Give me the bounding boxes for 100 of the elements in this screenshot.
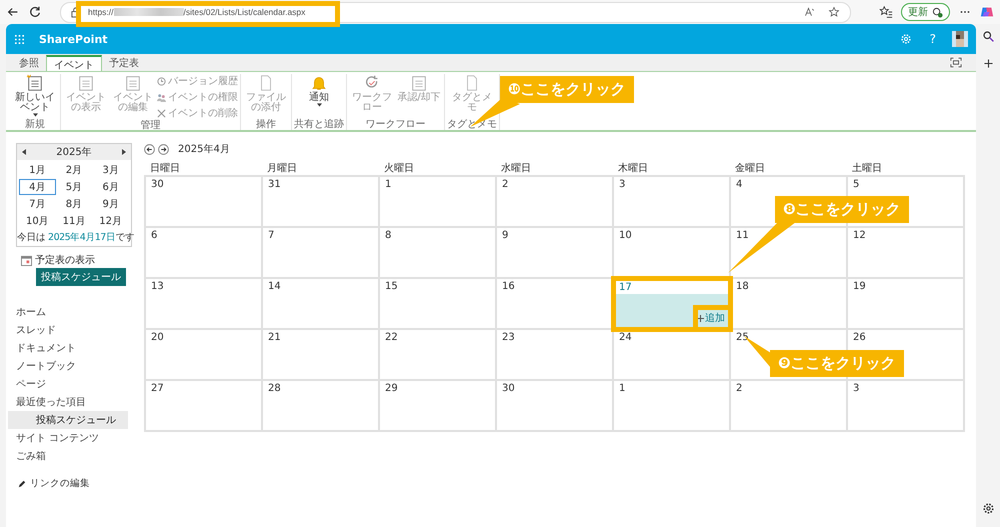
day-cell[interactable]: 24 xyxy=(614,330,731,381)
document-icon xyxy=(410,74,428,92)
day-cell[interactable]: 1 xyxy=(380,177,497,228)
nav-link[interactable]: ごみ箱 xyxy=(8,447,128,465)
callout-tooltip: ❽ここをクリック xyxy=(775,196,909,223)
pencil-icon xyxy=(18,480,26,488)
month-link[interactable]: 2月 xyxy=(56,162,92,178)
copilot-icon[interactable] xyxy=(980,5,994,19)
read-aloud-icon[interactable] xyxy=(804,6,816,18)
month-link[interactable]: 6月 xyxy=(92,179,129,195)
day-cell[interactable]: 16 xyxy=(497,279,614,330)
previous-year-icon[interactable] xyxy=(22,149,26,155)
today-link[interactable]: 2025年4月17日 xyxy=(48,232,116,243)
favorites-icon[interactable] xyxy=(879,5,893,19)
search-icon[interactable] xyxy=(982,30,994,43)
nav-link[interactable]: ホーム xyxy=(8,303,128,321)
weekday-header: 火曜日 xyxy=(383,162,415,175)
month-link[interactable]: 4月 xyxy=(19,179,56,195)
previous-month-icon[interactable] xyxy=(144,144,155,154)
day-cell[interactable]: 13 xyxy=(146,279,263,330)
day-cell[interactable]: 27 xyxy=(146,381,263,432)
next-year-icon[interactable] xyxy=(122,149,126,155)
nav-link[interactable]: 投稿スケジュール xyxy=(8,411,128,429)
edit-links-link[interactable]: リンクの編集 xyxy=(30,477,90,490)
day-cell[interactable]: 10 xyxy=(614,228,731,279)
ribbon-button[interactable]: 新しいイベント xyxy=(12,74,58,119)
month-title: 2025年4月 xyxy=(178,143,230,156)
add-icon[interactable] xyxy=(982,57,994,70)
day-cell[interactable]: 30 xyxy=(497,381,614,432)
ribbon-tab[interactable]: 参照 xyxy=(12,55,46,71)
month-link[interactable]: 3月 xyxy=(92,162,129,178)
ribbon-button[interactable]: 通知 xyxy=(296,74,342,119)
day-cell[interactable]: 28 xyxy=(263,381,380,432)
day-cell[interactable]: 19 xyxy=(848,279,965,330)
ribbon-tab[interactable]: イベント xyxy=(46,55,102,71)
url-text: /sites/02/Lists/List/calendar.aspx xyxy=(184,7,306,17)
ribbon-tab[interactable]: 予定表 xyxy=(102,55,146,71)
day-cell[interactable]: 9 xyxy=(497,228,614,279)
day-cell[interactable]: 12 xyxy=(848,228,965,279)
nav-link[interactable]: スレッド xyxy=(8,321,128,339)
day-number: 1 xyxy=(385,179,392,190)
day-number: 14 xyxy=(268,281,281,292)
bell-icon xyxy=(310,74,328,92)
month-link[interactable]: 5月 xyxy=(56,179,92,195)
day-cell[interactable]: 6 xyxy=(146,228,263,279)
day-cell[interactable]: 2 xyxy=(497,177,614,228)
add-link[interactable]: 追加 xyxy=(697,311,725,325)
day-number: 27 xyxy=(151,383,164,394)
settings-icon[interactable] xyxy=(982,502,994,515)
day-cell[interactable]: 14 xyxy=(263,279,380,330)
star-icon[interactable] xyxy=(828,6,840,18)
month-link[interactable]: 12月 xyxy=(92,213,129,229)
day-cell[interactable]: 3 xyxy=(848,381,965,432)
day-cell[interactable]: 18 xyxy=(731,279,848,330)
app-launcher-icon[interactable] xyxy=(14,34,25,44)
next-month-icon[interactable] xyxy=(158,144,169,154)
ribbon-group-label: タグとメモ xyxy=(447,119,497,130)
day-number: 16 xyxy=(502,281,515,292)
day-number: 3 xyxy=(619,179,626,190)
update-button[interactable]: 更新 xyxy=(901,3,950,21)
day-cell[interactable]: 8 xyxy=(380,228,497,279)
month-link[interactable]: 1月 xyxy=(19,162,56,178)
back-icon[interactable] xyxy=(6,5,20,19)
nav-link[interactable]: 最近使った項目 xyxy=(8,393,128,411)
refresh-icon[interactable] xyxy=(28,5,42,19)
day-number: 20 xyxy=(151,332,164,343)
day-cell[interactable]: 15 xyxy=(380,279,497,330)
month-link[interactable]: 10月 xyxy=(19,213,56,229)
day-number: 1 xyxy=(619,383,626,394)
month-link[interactable]: 7月 xyxy=(19,196,56,212)
nav-link[interactable]: ドキュメント xyxy=(8,339,128,357)
day-cell[interactable]: 23 xyxy=(497,330,614,381)
day-cell[interactable]: 2 xyxy=(731,381,848,432)
calendar-chip[interactable]: 投稿スケジュール xyxy=(36,268,126,286)
day-number: 21 xyxy=(268,332,281,343)
day-cell[interactable]: 30 xyxy=(146,177,263,228)
day-cell[interactable]: 29 xyxy=(380,381,497,432)
document-icon xyxy=(77,74,95,92)
nav-link[interactable]: ノートブック xyxy=(8,357,128,375)
avatar-icon[interactable] xyxy=(952,29,968,49)
month-link[interactable]: 11月 xyxy=(56,213,92,229)
focus-icon[interactable] xyxy=(950,57,962,68)
day-number: 10 xyxy=(619,230,632,241)
day-number: 30 xyxy=(502,383,515,394)
day-number: 24 xyxy=(619,332,632,343)
day-number: 23 xyxy=(502,332,515,343)
nav-link[interactable]: サイト コンテンツ xyxy=(8,429,128,447)
day-cell[interactable]: 7 xyxy=(263,228,380,279)
nav-link[interactable]: ページ xyxy=(8,375,128,393)
day-number: 28 xyxy=(268,383,281,394)
day-cell[interactable]: 21 xyxy=(263,330,380,381)
day-cell[interactable]: 22 xyxy=(380,330,497,381)
day-cell[interactable]: 31 xyxy=(263,177,380,228)
day-cell[interactable]: 20 xyxy=(146,330,263,381)
month-link[interactable]: 8月 xyxy=(56,196,92,212)
month-link[interactable]: 9月 xyxy=(92,196,129,212)
day-number: 13 xyxy=(151,281,164,292)
address-bar[interactable]: https:// /sites/02/Lists/List/calendar.aspx xyxy=(60,2,851,22)
day-cell[interactable]: 1 xyxy=(614,381,731,432)
day-cell[interactable]: 3 xyxy=(614,177,731,228)
